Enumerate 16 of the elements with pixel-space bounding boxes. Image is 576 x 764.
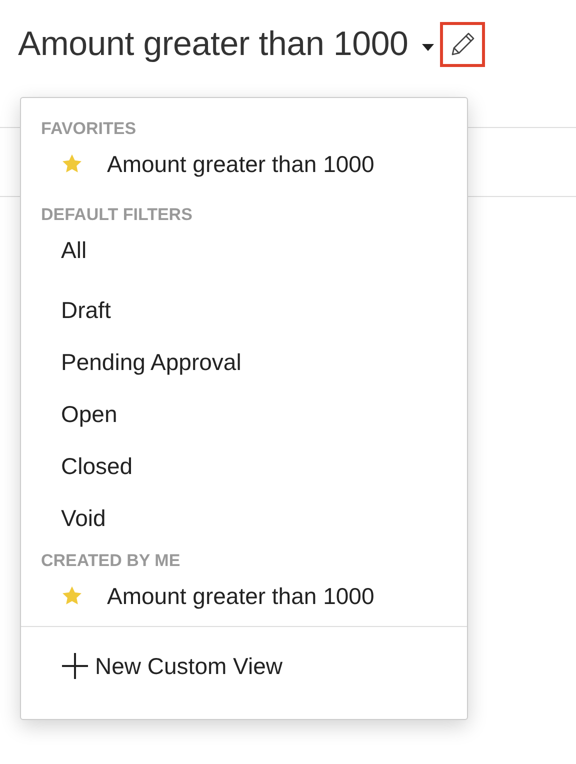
menu-item[interactable]: Void	[21, 492, 467, 544]
menu-item[interactable]: Amount greater than 1000	[21, 570, 467, 622]
section-heading: DEFAULT FILTERS	[40, 204, 194, 226]
menu-item[interactable]: Open	[21, 388, 467, 440]
menu-item[interactable]: Draft	[21, 284, 467, 336]
menu-item[interactable]: All	[21, 224, 467, 276]
menu-item[interactable]: Closed	[21, 440, 467, 492]
menu-item[interactable]: Pending Approval	[21, 336, 467, 388]
menu-item[interactable]: Amount greater than 1000	[21, 138, 467, 190]
plus-icon	[61, 652, 89, 680]
new-custom-view-button[interactable]: New Custom View	[21, 627, 282, 719]
section-heading: CREATED BY ME	[40, 550, 182, 572]
view-title[interactable]: Amount greater than 1000	[18, 24, 408, 64]
caret-icon[interactable]	[422, 44, 434, 50]
edit-button[interactable]	[440, 22, 486, 66]
section-heading: FAVORITES	[40, 118, 138, 140]
